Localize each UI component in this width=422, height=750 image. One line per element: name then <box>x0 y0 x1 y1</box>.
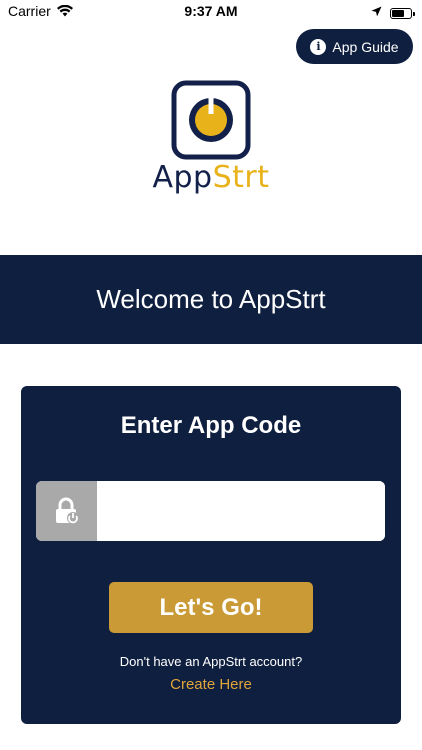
battery-icon <box>390 7 415 19</box>
app-logo-text: AppStrt <box>0 160 422 195</box>
app-guide-button[interactable]: i App Guide <box>296 29 413 64</box>
card-title: Enter App Code <box>120 412 302 439</box>
status-bar: Carrier 9:37 AM <box>0 0 422 24</box>
welcome-banner: Welcome to AppStrt <box>0 255 422 344</box>
lets-go-button[interactable]: Let's Go! <box>109 582 313 633</box>
status-right <box>371 4 415 22</box>
info-icon: i <box>310 38 327 55</box>
clock: 9:37 AM <box>184 3 238 19</box>
app-guide-label: App Guide <box>332 38 399 55</box>
no-account-text: Don't have an AppStrt account? <box>119 654 303 669</box>
app-code-input[interactable] <box>97 481 385 541</box>
app-logo-icon <box>171 80 251 160</box>
lock-icon <box>36 481 97 541</box>
logo-text-accent: Strt <box>212 160 270 195</box>
location-arrow-icon <box>371 4 382 22</box>
battery-level <box>392 9 404 17</box>
app-code-card: Enter App Code Let's Go! Don't have an A… <box>21 386 401 724</box>
logo-text-main: App <box>152 160 213 195</box>
welcome-title: Welcome to AppStrt <box>96 284 326 314</box>
create-account-link[interactable]: Create Here <box>21 676 401 693</box>
app-code-field <box>36 481 385 541</box>
